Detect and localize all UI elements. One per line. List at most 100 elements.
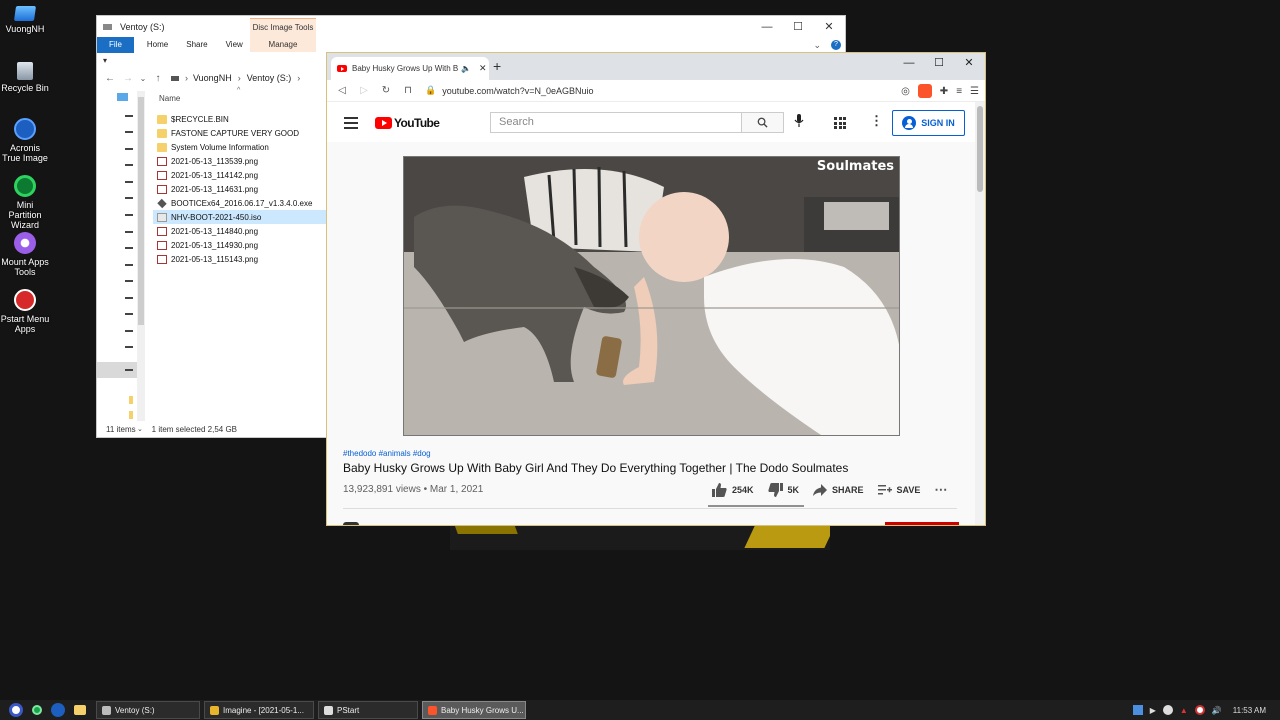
url-field[interactable]: youtube.com/watch?v=N_0eAGBNuio xyxy=(442,86,593,96)
file-row[interactable]: NHV-BOOT-2021-450.iso xyxy=(153,210,327,224)
tab-view[interactable]: View xyxy=(217,37,252,53)
search-button[interactable] xyxy=(742,112,784,133)
menu-icon[interactable] xyxy=(344,117,358,132)
site-info-icon[interactable]: ◎ xyxy=(901,86,910,97)
share-button[interactable]: SHARE xyxy=(813,484,864,496)
file-row[interactable]: 2021-05-13_114840.png xyxy=(157,224,327,238)
new-tab-button[interactable]: + xyxy=(493,58,501,74)
save-button[interactable]: SAVE xyxy=(877,484,920,496)
like-button[interactable]: 254K xyxy=(712,483,754,497)
help-icon[interactable]: ? xyxy=(831,40,841,50)
folder-icon[interactable] xyxy=(74,705,86,715)
breadcrumb-root[interactable]: VuongNH xyxy=(193,73,232,83)
video-player[interactable]: Soulmates xyxy=(403,156,900,436)
warning-icon[interactable]: ▲ xyxy=(1180,706,1188,715)
extensions-icon[interactable]: ✚ xyxy=(940,86,948,97)
desktop-icon-mount-apps[interactable]: Mount Apps Tools xyxy=(0,232,50,277)
video-hashtags[interactable]: #thedodo #animals #dog xyxy=(343,449,431,458)
column-header-name[interactable]: Name xyxy=(159,94,180,103)
more-actions-icon[interactable]: ⋯ xyxy=(934,482,947,498)
file-row[interactable]: 2021-05-13_114631.png xyxy=(157,182,327,196)
file-row[interactable]: BOOTICEx64_2016.06.17_v1.3.4.0.exe xyxy=(157,196,327,210)
lock-icon: 🔒 xyxy=(425,85,437,95)
acronis-icon[interactable] xyxy=(51,703,65,717)
desktop-icon-pstart[interactable]: Pstart Menu Apps xyxy=(0,289,50,334)
image-file-icon xyxy=(157,240,167,250)
subscribe-button-edge[interactable] xyxy=(885,522,959,525)
taskbar-task[interactable]: Ventoy (S:) xyxy=(96,701,200,719)
reload-icon[interactable]: ↻ xyxy=(375,85,397,96)
account-icon xyxy=(902,116,917,130)
desktop-icon-recycle-bin[interactable]: Recycle Bin xyxy=(0,62,50,93)
tab-file[interactable]: File xyxy=(97,37,134,53)
network-icon[interactable] xyxy=(1132,705,1143,715)
app-tray-icon[interactable] xyxy=(1194,705,1205,715)
youtube-logo[interactable]: YouTube xyxy=(375,116,440,130)
quick-access-toolbar-icon[interactable]: ▾ xyxy=(103,56,107,65)
partition-wizard-icon xyxy=(14,175,36,197)
browser-menu-icon[interactable]: ☰ xyxy=(970,86,979,97)
close-button[interactable]: ✕ xyxy=(814,16,844,38)
maximize-button[interactable]: ☐ xyxy=(783,16,813,38)
file-row[interactable]: 2021-05-13_113539.png xyxy=(157,154,327,168)
forward-icon[interactable]: ▷ xyxy=(353,85,375,96)
breadcrumb-sep-icon: › xyxy=(237,73,241,83)
tab-close-icon[interactable]: ✕ xyxy=(479,63,487,74)
image-file-icon xyxy=(157,184,167,194)
maximize-button[interactable]: ☐ xyxy=(924,53,954,73)
browser-tab-active[interactable]: Baby Husky Grows Up With Ba 🔈 ✕ xyxy=(331,57,489,80)
playlist-add-icon xyxy=(877,485,892,495)
desktop-icon-partition-wizard[interactable]: Mini Partition Wizard xyxy=(0,175,50,230)
taskbar-task[interactable]: PStart xyxy=(318,701,418,719)
minimize-button[interactable]: — xyxy=(894,53,924,73)
file-name: 2021-05-13_115143.png xyxy=(171,254,259,264)
media-queue-icon[interactable]: ≡ xyxy=(956,86,962,97)
partition-wizard-icon[interactable] xyxy=(32,705,42,715)
youtube-watch-page: Soulmates #thedodo #animals #dog Baby Hu… xyxy=(327,142,975,525)
task-label: PStart xyxy=(337,705,360,715)
volume-icon[interactable]: 🔊 xyxy=(1212,706,1222,715)
forward-arrow-icon[interactable]: → xyxy=(119,73,137,84)
speaker-icon[interactable]: 🔈 xyxy=(461,64,471,73)
file-row[interactable]: System Volume Information xyxy=(157,140,327,154)
file-row[interactable]: 2021-05-13_114142.png xyxy=(157,168,327,182)
start-icon[interactable] xyxy=(9,703,23,717)
like-ratio-bar xyxy=(708,505,804,507)
play-icon[interactable]: ▶ xyxy=(1150,706,1156,715)
close-button[interactable]: ✕ xyxy=(954,53,984,73)
tab-share[interactable]: Share xyxy=(177,37,216,53)
desktop-icon-acronis[interactable]: Acronis True Image xyxy=(0,118,50,163)
more-options-icon[interactable]: ⋮ xyxy=(870,113,883,129)
up-arrow-icon[interactable]: ↑ xyxy=(149,73,167,84)
chevron-down-icon[interactable]: ⌄ xyxy=(813,40,821,51)
recent-chevron-icon[interactable]: ⌄ xyxy=(137,74,149,83)
taskbar-task[interactable]: Imagine - [2021-05-1... xyxy=(204,701,314,719)
brave-shield-icon[interactable] xyxy=(917,84,932,98)
back-arrow-icon[interactable]: ← xyxy=(101,73,119,84)
taskbar-task[interactable]: Baby Husky Grows U... xyxy=(422,701,526,719)
navigation-scrollbar[interactable]: ⌄ xyxy=(137,91,145,433)
file-row[interactable]: 2021-05-13_115143.png xyxy=(157,252,327,266)
desktop-icon-user[interactable]: VuongNH xyxy=(0,6,50,34)
settings-icon[interactable] xyxy=(1162,705,1173,715)
file-row[interactable]: $RECYCLE.BIN xyxy=(157,112,327,126)
microphone-icon[interactable] xyxy=(794,114,804,128)
page-scrollbar[interactable] xyxy=(975,102,985,525)
back-icon[interactable]: ◁ xyxy=(331,85,353,96)
clock[interactable]: 11:53 AM xyxy=(1233,706,1266,715)
breadcrumb-drive[interactable]: Ventoy (S:) xyxy=(247,73,292,83)
thumbs-down-icon xyxy=(767,483,783,497)
file-row[interactable]: 2021-05-13_114930.png xyxy=(157,238,327,252)
dislike-button[interactable]: 5K xyxy=(767,483,799,497)
like-count: 254K xyxy=(732,485,754,495)
search-input[interactable]: Search xyxy=(490,112,742,133)
apps-grid-icon[interactable] xyxy=(834,117,846,129)
search-icon xyxy=(757,117,768,128)
bookmark-icon[interactable]: ⊓ xyxy=(397,85,419,96)
tab-title: Baby Husky Grows Up With Ba xyxy=(352,64,458,73)
channel-avatar[interactable] xyxy=(343,522,359,525)
tab-home[interactable]: Home xyxy=(138,37,177,53)
minimize-button[interactable]: — xyxy=(752,16,782,38)
file-row[interactable]: FASTONE CAPTURE VERY GOOD xyxy=(157,126,327,140)
sign-in-button[interactable]: SIGN IN xyxy=(892,110,965,136)
